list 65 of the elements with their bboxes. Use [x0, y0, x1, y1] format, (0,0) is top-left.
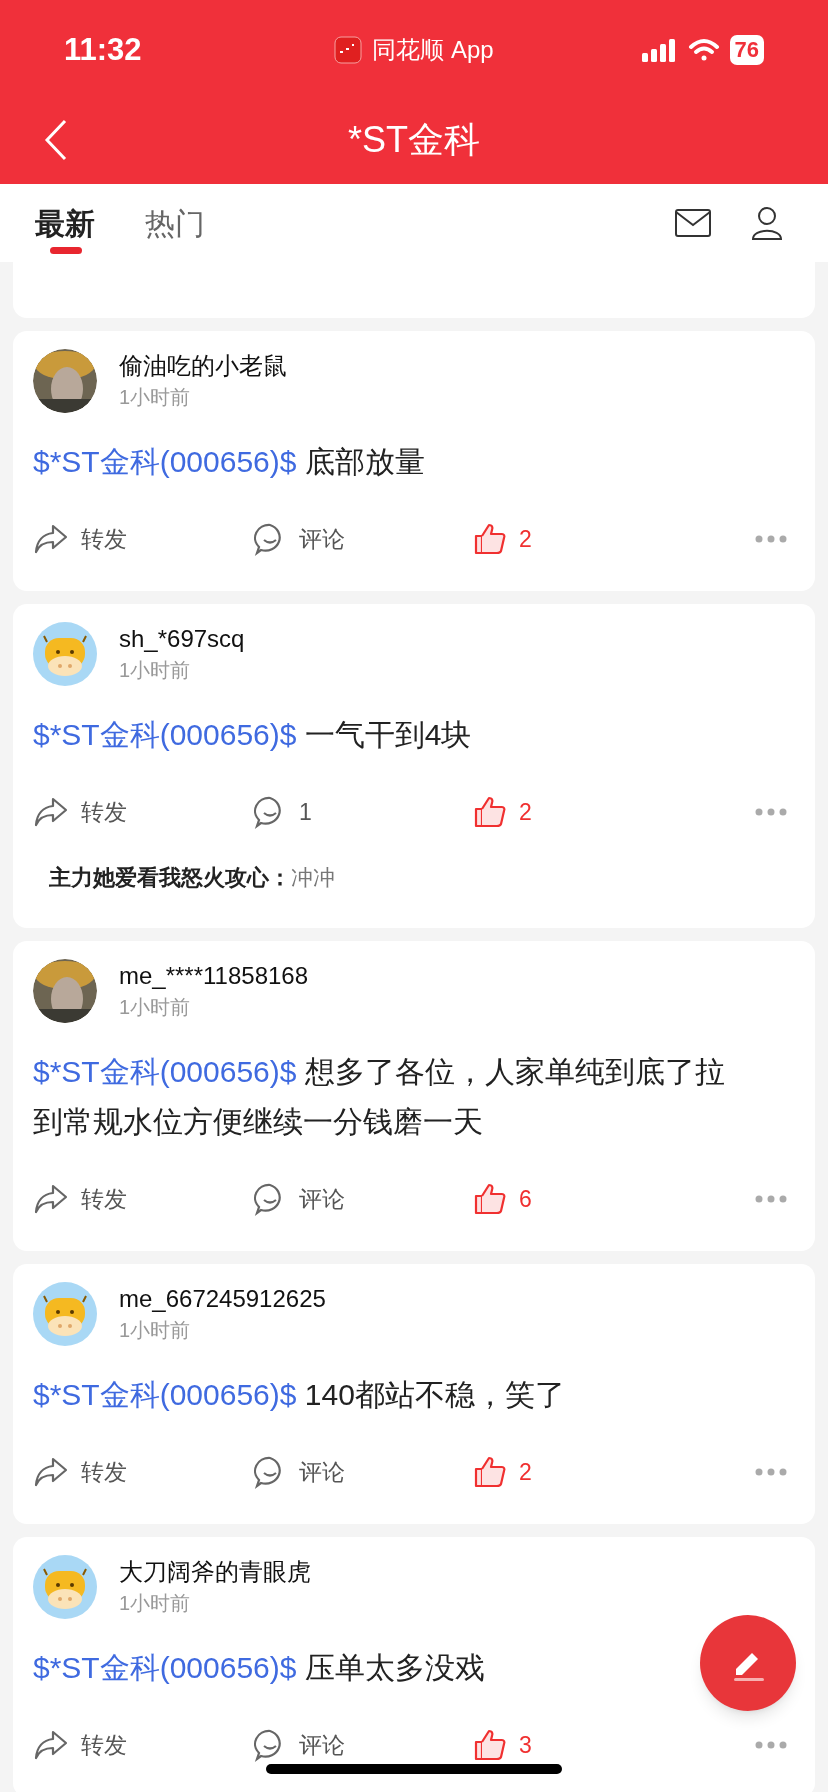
thumbs-up-icon [473, 1728, 507, 1762]
repost-button[interactable]: 转发 [33, 1727, 253, 1763]
like-button[interactable]: 3 [473, 1727, 532, 1763]
like-button[interactable]: 2 [473, 794, 532, 830]
comment-button[interactable]: 评论 [253, 1181, 473, 1217]
like-button[interactable]: 6 [473, 1181, 532, 1217]
share-icon [33, 1456, 69, 1488]
status-time: 11:32 [64, 30, 143, 69]
more-icon[interactable] [755, 1468, 787, 1476]
stock-link[interactable]: $*ST金科(000656)$ [33, 718, 297, 751]
stock-link[interactable]: $*ST金科(000656)$ [33, 1651, 297, 1684]
tab[interactable]: 最新 [35, 184, 95, 262]
repost-button[interactable]: 转发 [33, 1181, 253, 1217]
like-button[interactable]: 2 [473, 1454, 532, 1490]
back-icon[interactable] [44, 119, 68, 161]
thumbs-up-icon [473, 1455, 507, 1489]
thumbs-up-icon [473, 522, 507, 556]
like-button[interactable]: 2 [473, 521, 532, 557]
comment-button[interactable]: 评论 [253, 1454, 473, 1490]
share-icon [33, 1729, 69, 1761]
page-title: *ST金科 [348, 118, 480, 162]
signal-icon [641, 38, 678, 62]
username[interactable]: me_667245912625 [119, 1282, 326, 1316]
comment-button[interactable]: 评论 [253, 1727, 473, 1763]
username[interactable]: 大刀阔斧的青眼虎 [119, 1555, 311, 1589]
post-time: 1小时前 [119, 1591, 192, 1616]
share-icon [33, 1183, 69, 1215]
post-time: 1小时前 [119, 658, 192, 683]
stock-link[interactable]: $*ST金科(000656)$ [33, 445, 297, 478]
thumbs-up-icon [473, 795, 507, 829]
stock-link[interactable]: $*ST金科(000656)$ [33, 1055, 297, 1088]
username[interactable]: 偷油吃的小老鼠 [119, 349, 287, 383]
cow-avatar [33, 1282, 97, 1346]
user-icon[interactable] [751, 206, 783, 240]
post-time: 1小时前 [119, 385, 192, 410]
post-text: $*ST金科(000656)$ 想多了各位，人家单纯到底了拉到常规水位方便继续一分钱磨一天 [33, 1054, 726, 1140]
post-text: $*ST金科(000656)$ 底部放量 [33, 444, 426, 480]
more-icon[interactable] [755, 808, 787, 816]
cow-avatar [33, 622, 97, 686]
repost-button[interactable]: 转发 [33, 794, 253, 830]
repost-button[interactable]: 转发 [33, 521, 253, 557]
status-app-name[interactable]: 同花顺 App [372, 32, 494, 68]
wifi-icon [687, 38, 720, 62]
more-icon[interactable] [755, 535, 787, 543]
post-text: $*ST金科(000656)$ 一气干到4块 [33, 717, 473, 753]
comment-button[interactable]: 评论 [253, 521, 473, 557]
thumbs-up-icon [473, 1182, 507, 1216]
username[interactable]: sh_*697scq [119, 622, 245, 656]
comment-button[interactable]: 1 [253, 794, 473, 830]
repost-button[interactable]: 转发 [33, 1454, 253, 1490]
username[interactable]: me_****11858168 [119, 959, 309, 993]
reply-text: 主力她爱看我怒火攻心：冲冲 [48, 864, 336, 892]
tab[interactable]: 热门 [145, 184, 205, 262]
stock-link[interactable]: $*ST金科(000656)$ [33, 1378, 297, 1411]
post-text: $*ST金科(000656)$ 140都站不稳，笑了 [33, 1377, 566, 1413]
share-icon [33, 523, 69, 555]
app-icon [334, 36, 363, 64]
battery-icon: 76 [729, 35, 764, 65]
post-time: 1小时前 [119, 995, 192, 1020]
share-icon [33, 796, 69, 828]
more-icon[interactable] [755, 1195, 787, 1203]
cow-avatar [33, 1555, 97, 1619]
more-icon[interactable] [755, 1741, 787, 1749]
mail-icon[interactable] [675, 209, 711, 237]
post-time: 1小时前 [119, 1318, 192, 1343]
